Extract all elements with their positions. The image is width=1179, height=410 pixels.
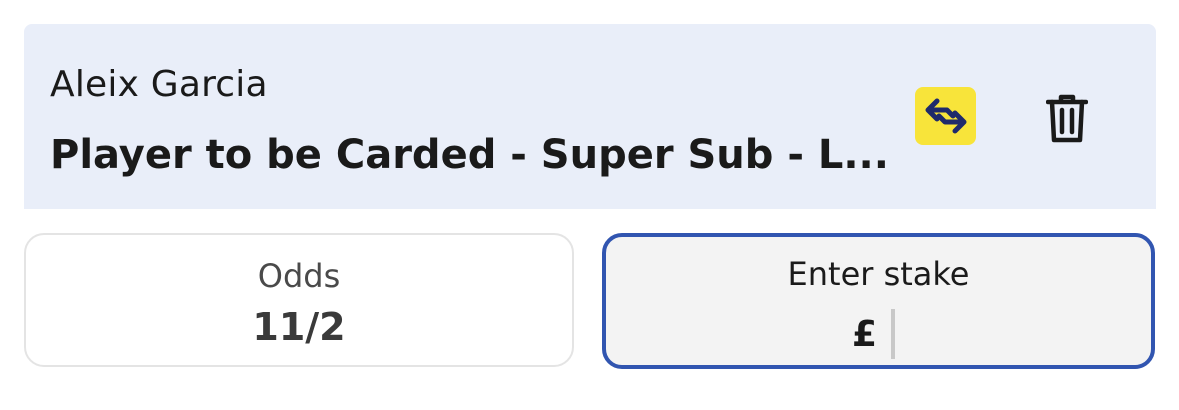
trash-icon xyxy=(1046,94,1088,143)
delete-bet-button[interactable] xyxy=(1034,86,1100,152)
bet-selection-header: Aleix Garcia Player to be Carded - Super… xyxy=(24,24,1156,209)
currency-symbol: £ xyxy=(851,313,878,355)
odds-box: Odds 11/2 xyxy=(24,233,574,367)
odds-label: Odds xyxy=(257,257,341,295)
swap-arrows-icon xyxy=(925,98,966,134)
selection-name: Aleix Garcia xyxy=(50,64,268,105)
stake-field[interactable]: Enter stake £ xyxy=(602,233,1155,369)
stake-label: Enter stake xyxy=(787,255,970,293)
stake-input[interactable] xyxy=(891,309,906,359)
stake-input-row[interactable]: £ xyxy=(606,309,1151,359)
swap-selection-button[interactable] xyxy=(915,87,976,145)
odds-value: 11/2 xyxy=(252,305,346,349)
market-name: Player to be Carded - Super Sub - L... xyxy=(50,132,889,178)
